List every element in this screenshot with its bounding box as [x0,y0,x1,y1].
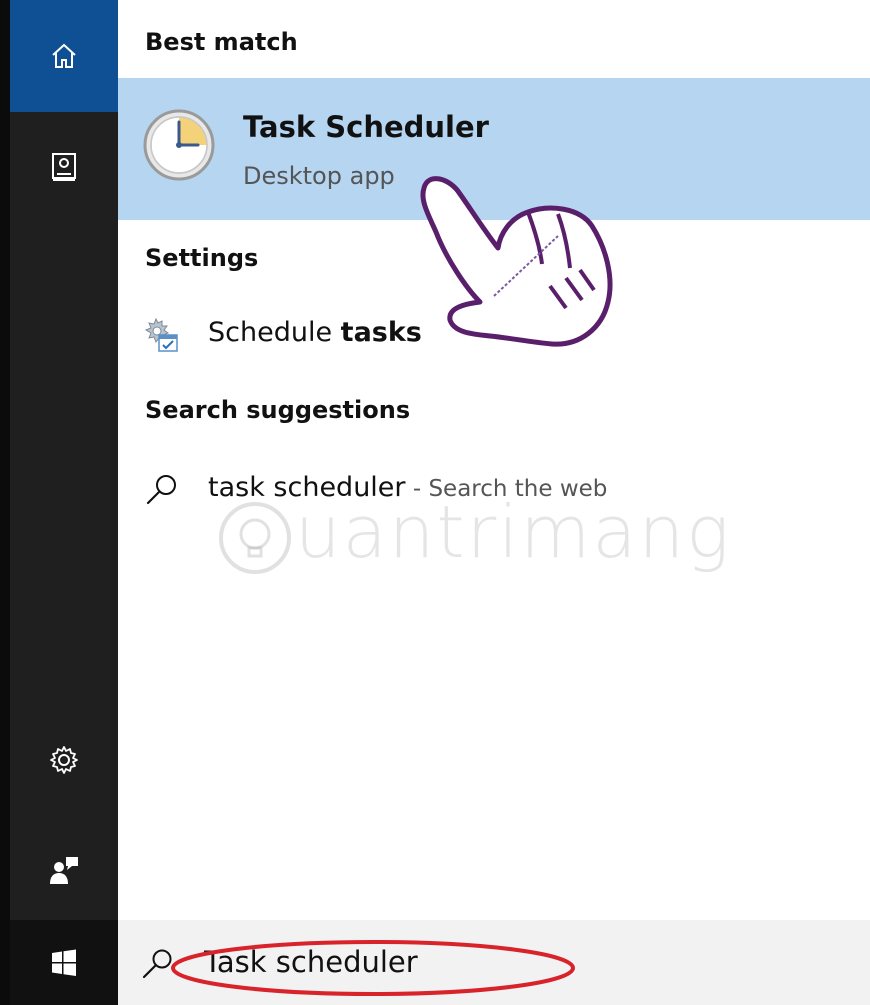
settings-result-schedule-tasks[interactable]: Schedule tasks [118,305,870,361]
start-button[interactable] [10,920,118,1005]
search-bar[interactable] [118,920,870,1005]
watermark-text: uantrimang [295,490,732,574]
sidebar-home-button[interactable] [10,0,118,112]
sidebar-settings-button[interactable] [10,720,118,800]
settings-gear-calendar-icon [144,317,178,352]
search-icon [146,475,176,505]
best-match-title: Task Scheduler [243,110,489,144]
clock-icon [143,109,215,181]
notebook-icon [52,153,76,181]
settings-result-label: Schedule tasks [208,317,422,348]
sidebar-edge [0,0,10,1005]
sidebar-feedback-button[interactable] [10,830,118,910]
sidebar [0,0,118,1005]
watermark-bulb-icon [219,501,291,574]
best-match-header: Best match [145,28,298,56]
search-input[interactable] [204,938,804,986]
home-icon [52,43,76,68]
best-match-subtitle: Desktop app [243,162,395,190]
settings-result-label-prefix: Schedule [208,317,341,348]
search-window: Best match Task Scheduler Desktop app Se… [0,0,870,1005]
results-panel: Best match Task Scheduler Desktop app Se… [118,0,870,920]
search-suggestions-header: Search suggestions [145,396,411,424]
settings-header: Settings [145,244,259,272]
feedback-icon [50,857,78,884]
watermark: uantrimang [215,490,731,578]
sidebar-notebook-button[interactable] [10,112,118,222]
gear-icon [50,746,78,774]
windows-logo-icon [52,949,76,976]
search-icon [142,949,172,979]
settings-result-label-bold: tasks [340,317,422,348]
best-match-result-task-scheduler[interactable]: Task Scheduler Desktop app [118,78,870,220]
